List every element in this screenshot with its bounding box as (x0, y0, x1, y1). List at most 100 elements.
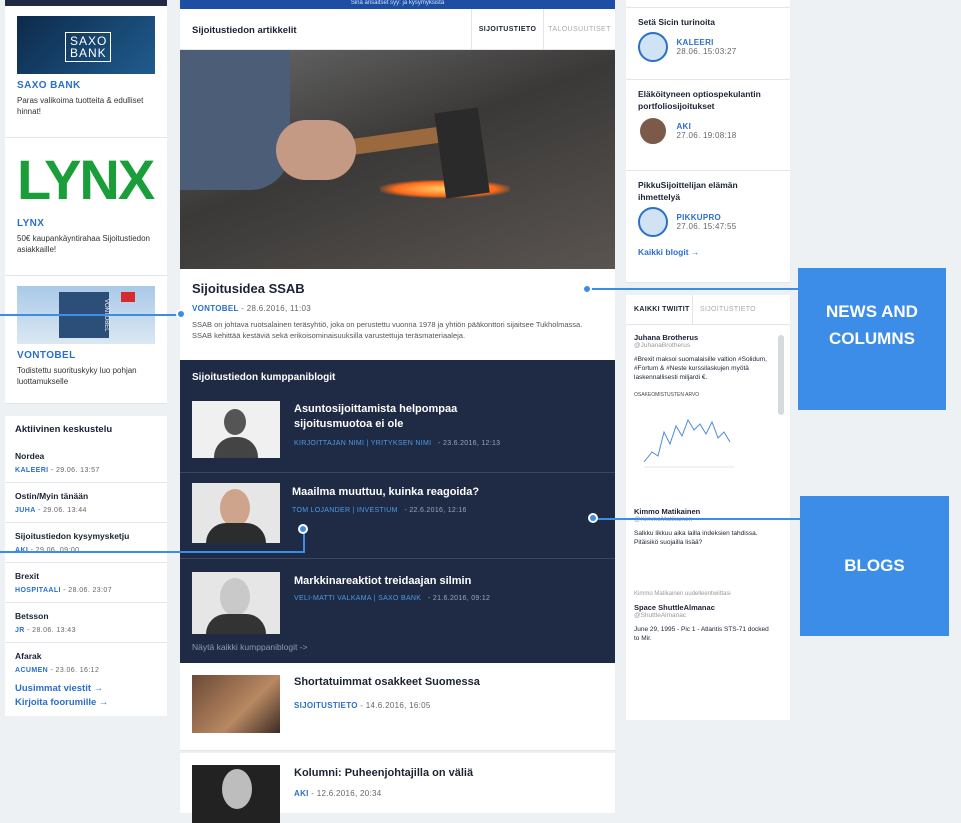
top-banner[interactable]: Sinä ansaitset syy: ja kysymyksistä (180, 0, 615, 9)
discussion-list: Nordea KALEERI - 29.06. 13:57 Ostin/Myin … (5, 443, 167, 682)
discussion-item-title[interactable]: Afarak (15, 651, 157, 661)
discussion-item-author[interactable]: KALEERI (15, 467, 49, 474)
blog-item[interactable]: Setä Sicin turinoita KALEERI 28.06. 15:03… (626, 8, 790, 80)
blog-item-title[interactable]: PikkuSijoittelijan elämän ihmettelyä (638, 179, 778, 203)
connector-line (596, 518, 800, 520)
tweet-text: Salkku likkuu aika lailla indeksien tahd… (634, 530, 758, 546)
connector-dot (588, 513, 598, 523)
tweet-handle[interactable]: @JuhanaBrotherus (634, 342, 774, 349)
twitter-widget: KAIKKI TWIITIT SIJOITUSTIETO Juhana Brot… (626, 295, 790, 720)
scrollbar[interactable] (778, 335, 784, 415)
blog-author[interactable]: TOM LOJANDER | INVESTIUM (292, 507, 398, 514)
discussion-item-author[interactable]: JUHA (15, 507, 36, 514)
blog-title[interactable]: Maailma muuttuu, kuinka reagoida? (292, 485, 479, 500)
blog-item-author[interactable]: AKI (676, 122, 691, 131)
main-content: Sinä ansaitset syy: ja kysymyksistä Sijo… (180, 0, 615, 823)
blog-row[interactable]: Maailma muuttuu, kuinka reagoida? TOM LO… (180, 473, 615, 559)
article-row-time: - 14.6.2016, 16:05 (357, 701, 431, 710)
blog-item[interactable]: Eläköityneen optiospekulantin portfolios… (626, 80, 790, 171)
callout-news-text: NEWS AND COLUMNS (826, 302, 918, 348)
tweet[interactable]: Kimmo Matikainen @KimmoMatikainen Salkku… (634, 507, 774, 547)
latest-posts-link[interactable]: Uusimmat viestit → (15, 682, 157, 696)
blog-title[interactable]: Asuntosijoittamista helpompaa sijoitusmu… (294, 402, 504, 432)
article-row-author[interactable]: SIJOITUSTIETO (294, 701, 358, 710)
discussion-item[interactable]: Ostin/Myin tänään JUHA - 29.06. 13:44 (5, 483, 167, 523)
article-author[interactable]: VONTOBEL (192, 304, 239, 313)
tweet-chart-label: OSAKEOMISTUSTEN ARVO (634, 392, 700, 398)
show-all-partner-blogs[interactable]: Näytä kaikki kumppaniblogit -> (192, 642, 308, 652)
blog-item-time: 28.06. 15:03:27 (676, 47, 737, 56)
blog-thumb-portrait (192, 483, 280, 543)
article-thumb (192, 675, 280, 733)
connector-line (0, 551, 305, 553)
blog-time: - 21.6.2016, 09:12 (428, 595, 491, 602)
article-row[interactable]: Kolumni: Puheenjohtajilla on väliä AKI -… (180, 753, 615, 823)
ad-lynx[interactable]: LYNX LYNX 50€ kaupankäyntirahaa Sijoitus… (5, 138, 167, 276)
blog-item-title[interactable]: Eläköityneen optiospekulantin portfolios… (638, 88, 778, 112)
article-row-time: - 12.6.2016, 20:34 (308, 789, 382, 798)
article-row-title[interactable]: Shortatuimmat osakkeet Suomessa (294, 676, 480, 688)
left-sidebar: SAXO BANK SAXO BANK Paras valikoima tuot… (5, 0, 167, 716)
blog-item-author[interactable]: KALEERI (676, 38, 713, 47)
all-blogs-link[interactable]: Kaikki blogit → (638, 247, 778, 257)
discussion-item[interactable]: Nordea KALEERI - 29.06. 13:57 (5, 443, 167, 483)
blog-item[interactable]: PikkuSijoittelijan elämän ihmettelyä PIK… (626, 171, 790, 283)
write-forum-link[interactable]: Kirjoita foorumille → (15, 696, 157, 710)
article-summary[interactable]: Sijoitusidea SSAB VONTOBEL - 28.6.2016, … (180, 269, 615, 360)
discussion-item[interactable]: Afarak ACUMEN - 23.06. 16:12 (5, 643, 167, 682)
connector-dot (582, 284, 592, 294)
article-body: SSAB on johtava ruotsalainen teräsyhtiö,… (192, 320, 583, 340)
article-row-author[interactable]: AKI (294, 789, 309, 798)
blog-thumb-portrait (192, 572, 280, 634)
discussion-item-author[interactable]: HOSPITAALI (15, 587, 61, 594)
discussion-item-title[interactable]: Nordea (15, 451, 157, 461)
article-row[interactable]: Shortatuimmat osakkeet Suomessa SIJOITUS… (180, 663, 615, 751)
tweet-author[interactable]: Kimmo Matikainen (634, 507, 700, 516)
discussion-item-time: - 29.06. 13:44 (35, 507, 87, 514)
discussion-item-author[interactable]: JR (15, 627, 25, 634)
discussion-item-title[interactable]: Betsson (15, 611, 157, 621)
piggy-avatar-icon (638, 32, 668, 62)
blog-item-author[interactable]: PIKKUPRO (676, 213, 721, 222)
article-thumb (192, 765, 280, 823)
tweet-author[interactable]: Juhana Brotherus (634, 333, 698, 342)
ad-saxo-title[interactable]: SAXO BANK (17, 80, 155, 91)
blog-author[interactable]: VELI-MATTI VALKAMA | SAXO BANK (294, 595, 421, 602)
discussion-item-author[interactable]: ACUMEN (15, 667, 48, 674)
tweet-text: June 29, 1995 - Pic 1 - Atlantis STS-71 … (634, 626, 769, 642)
ad-vontobel-title[interactable]: VONTOBEL (17, 350, 155, 361)
lynx-logo: LYNX (17, 148, 155, 211)
blog-thumb-silhouette (192, 401, 280, 458)
ad-lynx-desc: 50€ kaupankäyntirahaa Sijoitustiedon asi… (17, 234, 150, 254)
article-row-title[interactable]: Kolumni: Puheenjohtajilla on väliä (294, 767, 473, 779)
tweet-handle[interactable]: @ShuttleAlmanac (634, 612, 774, 619)
discussion-item[interactable]: Betsson JR - 28.06. 13:43 (5, 603, 167, 643)
connector-line (0, 314, 182, 316)
blog-item-title[interactable]: Setä Sicin turinoita (638, 16, 778, 28)
blog-meta: VELI-MATTI VALKAMA | SAXO BANK - 21.6.20… (294, 595, 490, 602)
tab-sijoitustieto-tweets[interactable]: SIJOITUSTIETO (700, 306, 756, 313)
tab-all-tweets[interactable]: KAIKKI TWIITIT (634, 306, 690, 313)
tweet-author[interactable]: Space ShuttleAlmanac (634, 603, 715, 612)
blog-row[interactable]: Markkinareaktiot treidaajan silmin VELI-… (180, 559, 615, 663)
tab-sijoitustieto[interactable]: SIJOITUSTIETO (471, 9, 543, 50)
discussion-item-title[interactable]: Brexit (15, 571, 157, 581)
ad-saxo-desc: Paras valikoima tuotteita & edulliset hi… (17, 96, 144, 116)
blog-title[interactable]: Markkinareaktiot treidaajan silmin (294, 574, 471, 589)
ad-lynx-title[interactable]: LYNX (17, 218, 155, 229)
discussion-item[interactable]: Brexit HOSPITAALI - 28.06. 23:07 (5, 563, 167, 603)
blog-row[interactable]: Asuntosijoittamista helpompaa sijoitusmu… (180, 393, 615, 473)
article-hero-image[interactable] (180, 50, 615, 269)
articles-header: Sijoitustiedon artikkelit SIJOITUSTIETO … (180, 9, 615, 50)
blog-time: - 22.6.2016, 12:16 (404, 507, 467, 514)
tweet[interactable]: Juhana Brotherus @JuhanaBrotherus #Brexi… (634, 333, 774, 479)
blog-author[interactable]: KIRJOITTAJAN NIMI | YRITYKSEN NIMI (294, 440, 431, 447)
ad-vontobel[interactable]: VONTOBEL VONTOBEL Todistettu suorituskyk… (5, 276, 167, 404)
article-title[interactable]: Sijoitusidea SSAB (192, 281, 603, 296)
tweet[interactable]: Kimmo Matikainen uudelleentwiittasi Spac… (634, 591, 774, 643)
discussion-item-title[interactable]: Sijoitustiedon kysymysketju (15, 531, 157, 541)
tab-talousuutiset[interactable]: TALOUSUUTISET (543, 9, 615, 50)
discussion-item-title[interactable]: Ostin/Myin tänään (15, 491, 157, 501)
discussion-item[interactable]: Sijoitustiedon kysymysketjuAKI - 29.06. … (5, 523, 167, 563)
ad-saxo[interactable]: SAXO BANK SAXO BANK Paras valikoima tuot… (5, 6, 167, 138)
